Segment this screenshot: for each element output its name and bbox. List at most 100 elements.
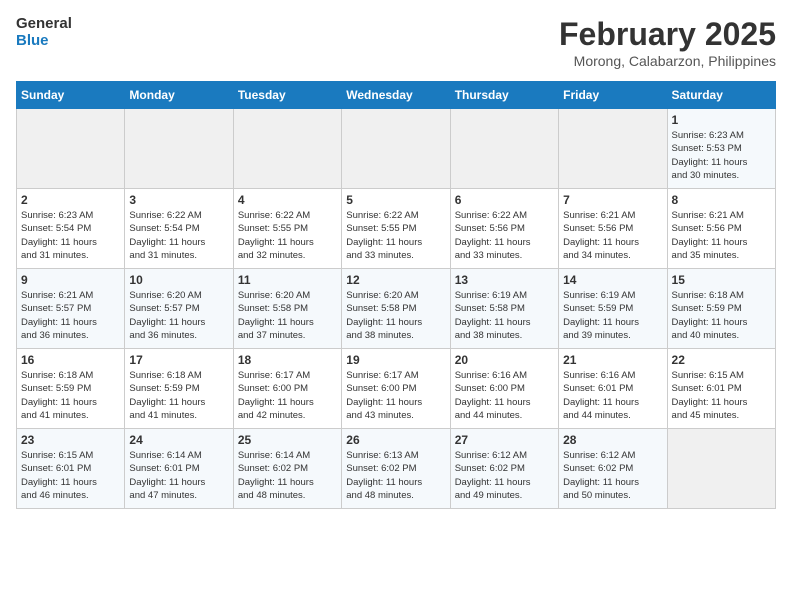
calendar-cell	[450, 109, 558, 189]
calendar-cell	[342, 109, 450, 189]
day-info: Sunrise: 6:21 AM Sunset: 5:56 PM Dayligh…	[672, 209, 771, 262]
day-info: Sunrise: 6:20 AM Sunset: 5:58 PM Dayligh…	[238, 289, 337, 342]
weekday-header-row: SundayMondayTuesdayWednesdayThursdayFrid…	[17, 82, 776, 109]
day-info: Sunrise: 6:14 AM Sunset: 6:02 PM Dayligh…	[238, 449, 337, 502]
day-number: 5	[346, 193, 445, 207]
day-info: Sunrise: 6:15 AM Sunset: 6:01 PM Dayligh…	[672, 369, 771, 422]
calendar-cell: 1 Sunrise: 6:23 AM Sunset: 5:53 PM Daylig…	[667, 109, 775, 189]
calendar-cell: 7 Sunrise: 6:21 AM Sunset: 5:56 PM Daylig…	[559, 189, 667, 269]
day-number: 14	[563, 273, 662, 287]
day-info: Sunrise: 6:19 AM Sunset: 5:59 PM Dayligh…	[563, 289, 662, 342]
day-info: Sunrise: 6:20 AM Sunset: 5:58 PM Dayligh…	[346, 289, 445, 342]
weekday-header-saturday: Saturday	[667, 82, 775, 109]
logo-blue-text: Blue	[16, 33, 72, 50]
weekday-header-thursday: Thursday	[450, 82, 558, 109]
day-number: 19	[346, 353, 445, 367]
day-info: Sunrise: 6:17 AM Sunset: 6:00 PM Dayligh…	[238, 369, 337, 422]
calendar-cell: 2 Sunrise: 6:23 AM Sunset: 5:54 PM Daylig…	[17, 189, 125, 269]
calendar-cell: 17Sunrise: 6:18 AM Sunset: 5:59 PM Dayli…	[125, 349, 233, 429]
day-number: 27	[455, 433, 554, 447]
calendar-week-row: 1 Sunrise: 6:23 AM Sunset: 5:53 PM Daylig…	[17, 109, 776, 189]
day-info: Sunrise: 6:18 AM Sunset: 5:59 PM Dayligh…	[129, 369, 228, 422]
calendar-cell: 16 Sunrise: 6:18 AM Sunset: 5:59 PM Dayli…	[17, 349, 125, 429]
day-info: Sunrise: 6:21 AM Sunset: 5:57 PM Dayligh…	[21, 289, 120, 342]
day-number: 3	[129, 193, 228, 207]
calendar-cell: 26Sunrise: 6:13 AM Sunset: 6:02 PM Dayli…	[342, 429, 450, 509]
day-number: 15	[672, 273, 771, 287]
calendar-cell: 10 Sunrise: 6:20 AM Sunset: 5:57 PM Dayli…	[125, 269, 233, 349]
day-number: 10	[129, 273, 228, 287]
calendar-cell: 24 Sunrise: 6:14 AM Sunset: 6:01 PM Dayli…	[125, 429, 233, 509]
logo: GeneralBlue	[16, 16, 72, 49]
day-info: Sunrise: 6:21 AM Sunset: 5:56 PM Dayligh…	[563, 209, 662, 262]
calendar-week-row: 2 Sunrise: 6:23 AM Sunset: 5:54 PM Daylig…	[17, 189, 776, 269]
day-number: 7	[563, 193, 662, 207]
calendar-cell: 15 Sunrise: 6:18 AM Sunset: 5:59 PM Dayli…	[667, 269, 775, 349]
day-info: Sunrise: 6:23 AM Sunset: 5:54 PM Dayligh…	[21, 209, 120, 262]
day-info: Sunrise: 6:17 AM Sunset: 6:00 PM Dayligh…	[346, 369, 445, 422]
calendar-cell: 18Sunrise: 6:17 AM Sunset: 6:00 PM Dayli…	[233, 349, 341, 429]
day-info: Sunrise: 6:19 AM Sunset: 5:58 PM Dayligh…	[455, 289, 554, 342]
calendar-cell: 8 Sunrise: 6:21 AM Sunset: 5:56 PM Daylig…	[667, 189, 775, 269]
day-info: Sunrise: 6:15 AM Sunset: 6:01 PM Dayligh…	[21, 449, 120, 502]
day-info: Sunrise: 6:23 AM Sunset: 5:53 PM Dayligh…	[672, 129, 771, 182]
day-number: 8	[672, 193, 771, 207]
calendar-week-row: 23Sunrise: 6:15 AM Sunset: 6:01 PM Dayli…	[17, 429, 776, 509]
day-number: 4	[238, 193, 337, 207]
day-number: 13	[455, 273, 554, 287]
day-info: Sunrise: 6:12 AM Sunset: 6:02 PM Dayligh…	[563, 449, 662, 502]
calendar-week-row: 9 Sunrise: 6:21 AM Sunset: 5:57 PM Daylig…	[17, 269, 776, 349]
calendar-cell: 19 Sunrise: 6:17 AM Sunset: 6:00 PM Dayli…	[342, 349, 450, 429]
calendar-table: SundayMondayTuesdayWednesdayThursdayFrid…	[16, 81, 776, 509]
day-info: Sunrise: 6:16 AM Sunset: 6:01 PM Dayligh…	[563, 369, 662, 422]
calendar-cell	[233, 109, 341, 189]
day-info: Sunrise: 6:12 AM Sunset: 6:02 PM Dayligh…	[455, 449, 554, 502]
calendar-cell	[125, 109, 233, 189]
calendar-cell: 9 Sunrise: 6:21 AM Sunset: 5:57 PM Daylig…	[17, 269, 125, 349]
title-block: February 2025 Morong, Calabarzon, Philip…	[559, 16, 776, 69]
day-number: 12	[346, 273, 445, 287]
day-info: Sunrise: 6:20 AM Sunset: 5:57 PM Dayligh…	[129, 289, 228, 342]
month-year-title: February 2025	[559, 16, 776, 53]
calendar-cell: 4Sunrise: 6:22 AM Sunset: 5:55 PM Daylig…	[233, 189, 341, 269]
calendar-cell: 20 Sunrise: 6:16 AM Sunset: 6:00 PM Dayli…	[450, 349, 558, 429]
page-header: GeneralBlue February 2025 Morong, Calaba…	[16, 16, 776, 69]
calendar-cell: 5Sunrise: 6:22 AM Sunset: 5:55 PM Daylig…	[342, 189, 450, 269]
day-number: 21	[563, 353, 662, 367]
day-number: 1	[672, 113, 771, 127]
logo-general-text: General	[16, 16, 72, 33]
calendar-cell: 3Sunrise: 6:22 AM Sunset: 5:54 PM Daylig…	[125, 189, 233, 269]
day-number: 6	[455, 193, 554, 207]
day-number: 20	[455, 353, 554, 367]
day-number: 9	[21, 273, 120, 287]
calendar-cell: 12 Sunrise: 6:20 AM Sunset: 5:58 PM Dayli…	[342, 269, 450, 349]
weekday-header-tuesday: Tuesday	[233, 82, 341, 109]
weekday-header-sunday: Sunday	[17, 82, 125, 109]
calendar-cell: 13 Sunrise: 6:19 AM Sunset: 5:58 PM Dayli…	[450, 269, 558, 349]
location-subtitle: Morong, Calabarzon, Philippines	[559, 53, 776, 69]
day-number: 16	[21, 353, 120, 367]
calendar-cell: 21 Sunrise: 6:16 AM Sunset: 6:01 PM Dayli…	[559, 349, 667, 429]
day-number: 2	[21, 193, 120, 207]
calendar-cell	[667, 429, 775, 509]
day-info: Sunrise: 6:16 AM Sunset: 6:00 PM Dayligh…	[455, 369, 554, 422]
day-number: 25	[238, 433, 337, 447]
day-number: 24	[129, 433, 228, 447]
calendar-cell: 25 Sunrise: 6:14 AM Sunset: 6:02 PM Dayli…	[233, 429, 341, 509]
calendar-cell	[559, 109, 667, 189]
calendar-cell: 22 Sunrise: 6:15 AM Sunset: 6:01 PM Dayli…	[667, 349, 775, 429]
weekday-header-wednesday: Wednesday	[342, 82, 450, 109]
day-info: Sunrise: 6:13 AM Sunset: 6:02 PM Dayligh…	[346, 449, 445, 502]
calendar-cell	[17, 109, 125, 189]
weekday-header-monday: Monday	[125, 82, 233, 109]
calendar-cell: 27 Sunrise: 6:12 AM Sunset: 6:02 PM Dayli…	[450, 429, 558, 509]
calendar-cell: 23Sunrise: 6:15 AM Sunset: 6:01 PM Dayli…	[17, 429, 125, 509]
day-info: Sunrise: 6:18 AM Sunset: 5:59 PM Dayligh…	[672, 289, 771, 342]
day-info: Sunrise: 6:22 AM Sunset: 5:56 PM Dayligh…	[455, 209, 554, 262]
day-info: Sunrise: 6:18 AM Sunset: 5:59 PM Dayligh…	[21, 369, 120, 422]
weekday-header-friday: Friday	[559, 82, 667, 109]
calendar-cell: 14 Sunrise: 6:19 AM Sunset: 5:59 PM Dayli…	[559, 269, 667, 349]
day-number: 22	[672, 353, 771, 367]
day-info: Sunrise: 6:14 AM Sunset: 6:01 PM Dayligh…	[129, 449, 228, 502]
day-number: 28	[563, 433, 662, 447]
